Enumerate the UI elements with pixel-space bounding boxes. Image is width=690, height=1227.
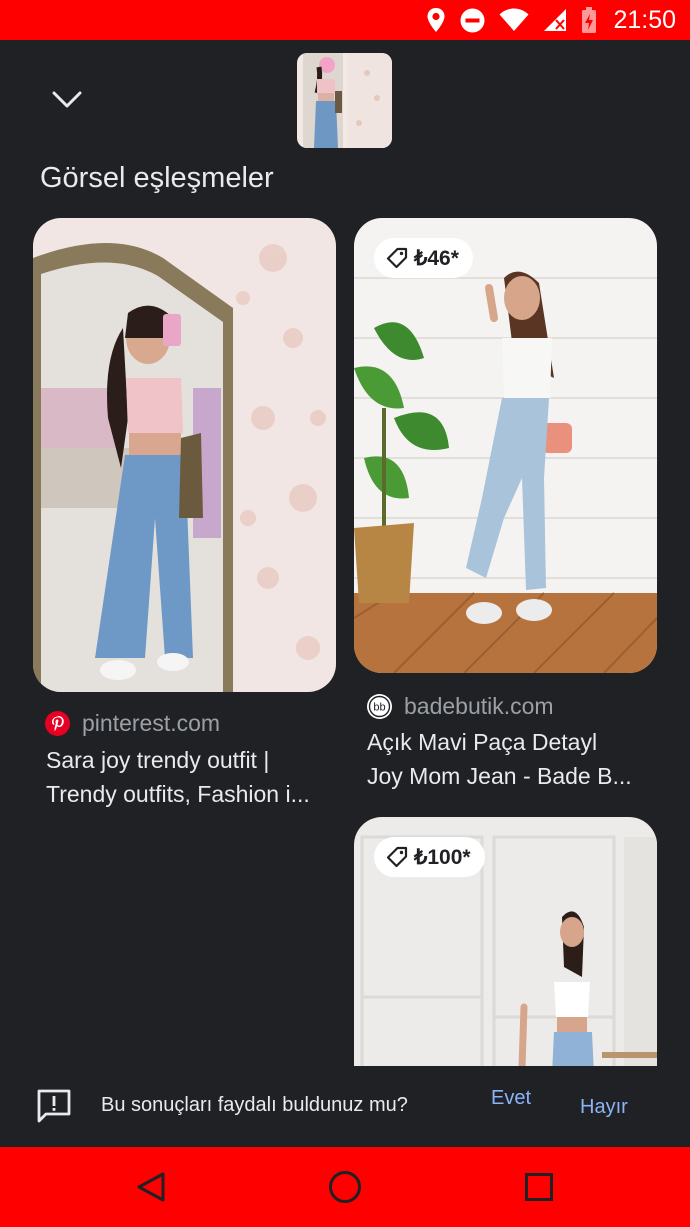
- feedback-bar: Bu sonuçları faydalı buldunuz mu? Evet H…: [0, 1066, 690, 1146]
- result-title-line: Trendy outfits, Fashion i...: [46, 781, 310, 807]
- location-icon: [427, 8, 445, 32]
- home-icon: [329, 1171, 361, 1203]
- source-domain: pinterest.com: [82, 710, 221, 736]
- result-title-line: Açık Mavi Paça Detayl: [367, 729, 598, 755]
- back-button[interactable]: [106, 1147, 196, 1227]
- price-badge: ₺100*: [374, 837, 485, 877]
- do-not-disturb-icon: [460, 8, 485, 32]
- chevron-down-icon: [52, 91, 82, 108]
- badebutik-icon: bb: [367, 694, 392, 719]
- feedback-no-button[interactable]: Hayır: [580, 1096, 628, 1119]
- feedback-yes-button[interactable]: Evet: [487, 1086, 535, 1110]
- collapse-button[interactable]: [40, 78, 94, 122]
- status-icons: 21:50: [426, 0, 676, 40]
- battery-icon: [582, 7, 597, 33]
- signal-icon: [544, 9, 567, 31]
- status-bar: 21:50: [0, 0, 690, 40]
- section-title: Görsel eşleşmeler: [40, 162, 274, 194]
- result-source-1[interactable]: pinterest.com: [45, 710, 220, 737]
- result-photo-1: [33, 218, 336, 692]
- query-image-thumbnail[interactable]: [297, 53, 392, 148]
- result-source-2[interactable]: bb badebutik.com: [367, 693, 554, 720]
- result-title-2[interactable]: Açık Mavi Paça Detayl Joy Mom Jean - Bad…: [367, 725, 657, 793]
- recents-icon: [525, 1173, 553, 1201]
- result-title-1[interactable]: Sara joy trendy outfit | Trendy outfits,…: [46, 743, 336, 811]
- result-title-line: Sara joy trendy outfit |: [46, 747, 270, 773]
- source-domain: badebutik.com: [404, 693, 554, 719]
- price-tag-icon: [386, 846, 408, 868]
- result-image-2[interactable]: ₺46*: [354, 218, 657, 673]
- query-thumbnail-image: [297, 53, 392, 148]
- result-photo-2: [354, 218, 657, 673]
- feedback-icon: [37, 1089, 71, 1123]
- pinterest-icon: [45, 711, 70, 736]
- price-badge: ₺46*: [374, 238, 473, 278]
- result-title-line: Joy Mom Jean - Bade B...: [367, 763, 632, 789]
- recents-button[interactable]: [494, 1147, 584, 1227]
- price-text: ₺100*: [414, 845, 471, 869]
- status-time: 21:50: [613, 5, 676, 34]
- feedback-question: Bu sonuçları faydalı buldunuz mu?: [101, 1094, 408, 1116]
- home-button[interactable]: [300, 1147, 390, 1227]
- svg-text:bb: bb: [373, 702, 385, 714]
- navigation-bar: [0, 1147, 690, 1227]
- price-text: ₺46*: [414, 246, 459, 270]
- back-icon: [137, 1172, 165, 1202]
- price-tag-icon: [386, 247, 408, 269]
- result-image-1[interactable]: [33, 218, 336, 692]
- wifi-icon: [499, 8, 529, 31]
